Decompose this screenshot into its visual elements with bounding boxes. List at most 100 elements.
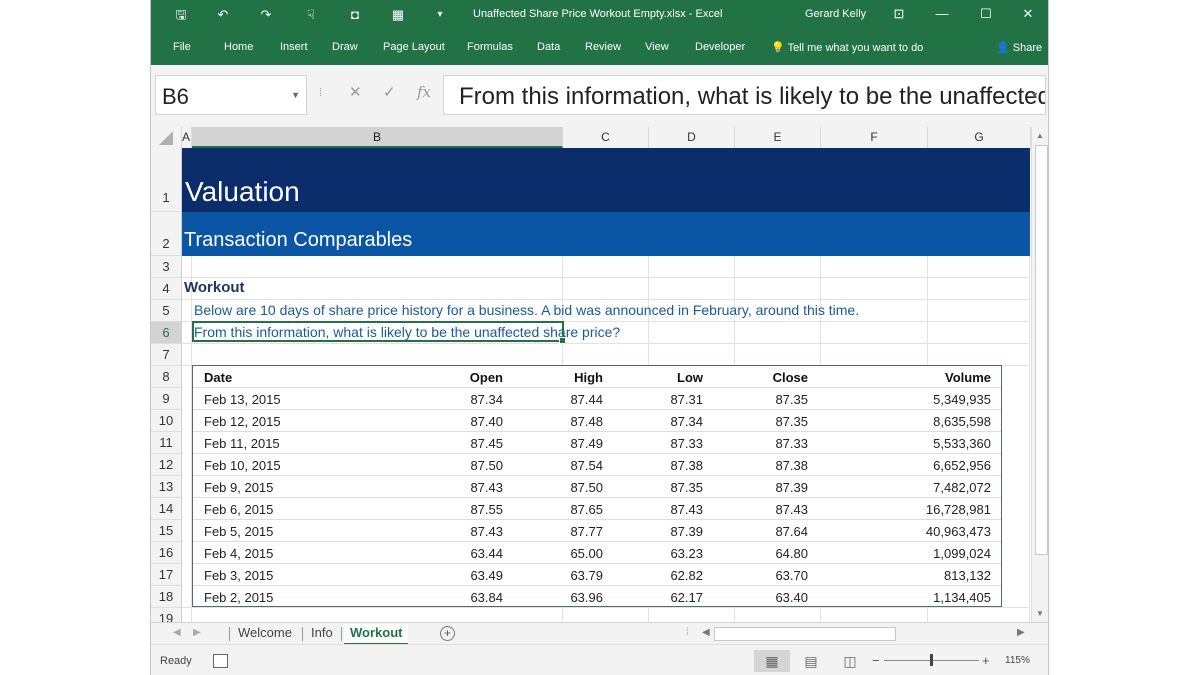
redo-icon[interactable]: ↷ (258, 7, 274, 23)
row-header[interactable]: 17 (151, 564, 181, 586)
row-header[interactable]: 4 (151, 278, 181, 300)
cell-open: 87.50 (470, 458, 503, 473)
horizontal-scrollbar[interactable]: ◀ ▶ (702, 627, 1030, 641)
active-cell-selection[interactable] (192, 321, 566, 344)
row-header[interactable]: 14 (151, 498, 181, 520)
row-header[interactable]: 5 (151, 300, 181, 322)
row-header[interactable]: 15 (151, 520, 181, 542)
row-header[interactable]: 12 (151, 454, 181, 476)
fill-handle[interactable] (559, 337, 566, 344)
lightbulb-icon: 💡 (771, 42, 785, 54)
sheet-tab-workout[interactable]: Workout (344, 624, 409, 645)
table-row: Feb 11, 2015 87.45 87.49 87.33 87.33 5,5… (193, 432, 1001, 454)
page-layout-view-icon[interactable]: ▤ (793, 650, 829, 672)
column-header-c[interactable]: C (563, 127, 649, 148)
row-header[interactable]: 13 (151, 476, 181, 498)
tab-developer[interactable]: Developer (695, 41, 745, 53)
cell-grid[interactable]: Valuation Transaction Comparables Workou… (182, 148, 1030, 622)
tab-insert[interactable]: Insert (280, 41, 308, 53)
row-header-selected[interactable]: 6 (151, 322, 181, 344)
column-header-a[interactable]: A (182, 127, 192, 148)
zoom-out-button[interactable]: − (872, 653, 880, 668)
calculator-icon[interactable]: ▦ (390, 7, 406, 23)
column-header-f[interactable]: F (821, 127, 928, 148)
cell-high: 87.77 (570, 524, 603, 539)
row-header[interactable]: 16 (151, 542, 181, 564)
column-header-e[interactable]: E (735, 127, 821, 148)
undo-icon[interactable]: ↶ (215, 7, 231, 23)
cell-low: 87.39 (670, 524, 703, 539)
row-header[interactable]: 3 (151, 256, 181, 278)
name-box[interactable]: B6 ▼ (155, 75, 307, 115)
zoom-in-button[interactable]: + (982, 653, 990, 668)
formula-input[interactable]: From this information, what is likely to… (443, 75, 1046, 115)
customize-toolbar-icon[interactable]: ▾ (433, 7, 447, 23)
tab-file[interactable]: File (173, 41, 191, 53)
row-header[interactable]: 9 (151, 388, 181, 410)
row-header[interactable]: 18 (151, 586, 181, 608)
row-header[interactable]: 10 (151, 410, 181, 432)
enter-icon[interactable]: ✓ (383, 83, 396, 101)
table-row: Feb 13, 2015 87.34 87.44 87.31 87.35 5,3… (193, 388, 1001, 410)
macro-record-icon[interactable] (213, 654, 228, 668)
column-header-d[interactable]: D (649, 127, 735, 148)
page-break-view-icon[interactable]: ◫ (832, 650, 868, 672)
expand-formula-icon[interactable]: ▼ (1030, 90, 1039, 100)
cell-low: 87.43 (670, 502, 703, 517)
tab-data[interactable]: Data (537, 41, 560, 53)
column-header-g[interactable]: G (928, 127, 1031, 148)
cell-close: 87.64 (775, 524, 808, 539)
cell-high: 87.48 (570, 414, 603, 429)
table-row: Feb 10, 2015 87.50 87.54 87.38 87.38 6,6… (193, 454, 1001, 476)
close-icon[interactable]: ✕ (1018, 6, 1038, 22)
zoom-level[interactable]: 115% (1005, 655, 1030, 666)
chevron-down-icon[interactable]: ▼ (291, 90, 300, 100)
row-header[interactable]: 11 (151, 432, 181, 454)
share-button[interactable]: 👤 Share (996, 41, 1042, 54)
maximize-icon[interactable]: ☐ (976, 6, 996, 22)
column-header-b[interactable]: B (192, 127, 563, 148)
select-all-corner[interactable] (151, 127, 182, 148)
row-header[interactable]: 1 (151, 148, 181, 212)
tab-page-layout[interactable]: Page Layout (383, 41, 445, 53)
split-handle-icon[interactable]: ⁞ (686, 627, 689, 638)
touch-mode-icon[interactable]: ☟ (303, 7, 319, 23)
tab-view[interactable]: View (645, 41, 669, 53)
row-header[interactable]: 8 (151, 366, 181, 388)
scroll-left-icon[interactable]: ◀ (702, 627, 710, 638)
add-sheet-icon[interactable]: + (440, 626, 455, 641)
row-header[interactable]: 7 (151, 344, 181, 366)
scroll-right-icon[interactable]: ▶ (1017, 627, 1025, 638)
next-sheet-icon[interactable]: ▶ (193, 627, 201, 638)
save-icon[interactable]: 🖫 (173, 7, 189, 23)
sheet-tab-info[interactable]: Info (305, 624, 339, 643)
zoom-slider-thumb[interactable] (930, 654, 933, 666)
drag-handle-icon[interactable]: ⁞ (319, 87, 322, 99)
sheet-tab-welcome[interactable]: Welcome (232, 624, 298, 643)
camera-icon[interactable]: ◘ (347, 7, 363, 23)
previous-sheet-icon[interactable]: ◀ (173, 627, 181, 638)
ribbon-display-icon[interactable]: ⊡ (889, 6, 909, 22)
insert-function-icon[interactable]: fx (417, 83, 431, 101)
cell-close: 64.80 (775, 546, 808, 561)
vertical-scrollbar[interactable]: ▲ ▼ (1031, 127, 1048, 622)
row-header[interactable]: 2 (151, 212, 181, 256)
horizontal-scroll-thumb[interactable] (714, 627, 896, 641)
scroll-up-icon[interactable]: ▲ (1036, 131, 1044, 140)
vertical-scroll-thumb[interactable] (1035, 145, 1048, 555)
header-high: High (574, 370, 603, 385)
tab-home[interactable]: Home (224, 41, 253, 53)
sheet-title: Valuation (185, 176, 300, 207)
cancel-icon[interactable]: ✕ (349, 83, 362, 101)
tab-formulas[interactable]: Formulas (467, 41, 513, 53)
minimize-icon[interactable]: — (932, 6, 952, 21)
scroll-down-icon[interactable]: ▼ (1036, 609, 1044, 618)
table-row: Feb 2, 2015 63.84 63.96 62.17 63.40 1,13… (193, 586, 1001, 608)
normal-view-icon[interactable]: ▦ (754, 650, 790, 672)
tell-me-search[interactable]: 💡 Tell me what you want to do (771, 41, 923, 54)
share-price-table: Date Open High Low Close Volume Feb 13, … (192, 365, 1002, 607)
row-header[interactable]: 19 (151, 608, 181, 622)
tab-draw[interactable]: Draw (332, 41, 358, 53)
tab-review[interactable]: Review (585, 41, 621, 53)
user-name[interactable]: Gerard Kelly (805, 8, 866, 20)
